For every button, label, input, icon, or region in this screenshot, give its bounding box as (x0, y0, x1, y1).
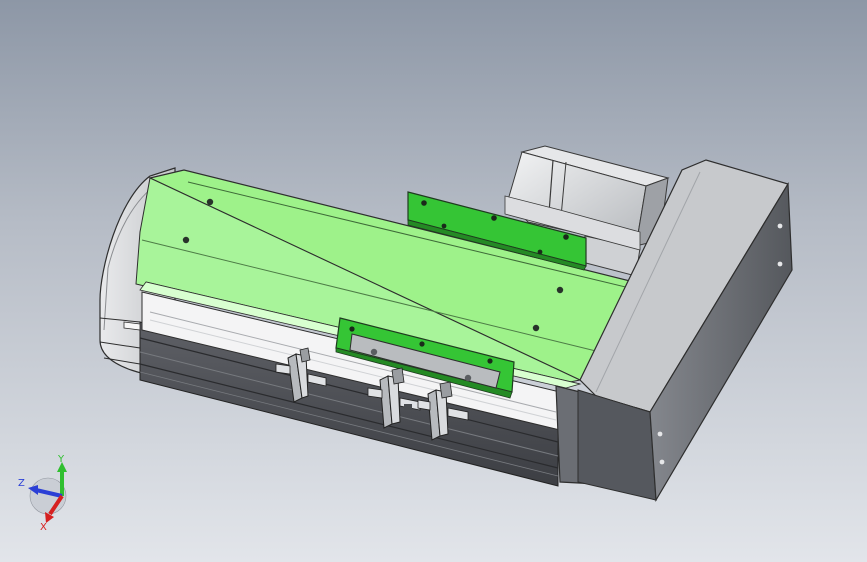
bolt-hole (556, 286, 564, 294)
bolt-hole (206, 198, 214, 206)
x-axis-label: X (40, 522, 47, 533)
bolt-hole (182, 236, 190, 244)
y-axis-label: Y (57, 454, 65, 465)
orientation-triad: Y Z X (18, 454, 67, 533)
z-axis-label: Z (18, 478, 25, 489)
linear-module-model: Y Z X (18, 145, 793, 533)
cad-viewport[interactable]: Y Z X (0, 0, 867, 562)
bolt-hole (532, 324, 540, 332)
